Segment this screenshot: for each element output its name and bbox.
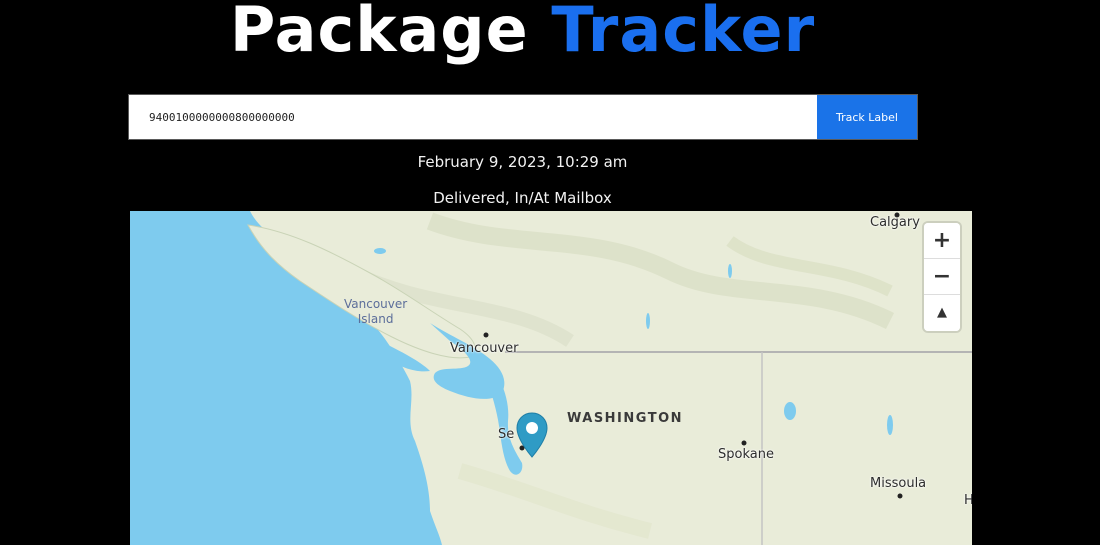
delivery-timestamp: February 9, 2023, 10:29 am (417, 153, 628, 171)
zoom-out-button[interactable]: − (924, 259, 960, 295)
track-label-button[interactable]: Track Label (817, 95, 917, 139)
map-label-spokane: Spokane (718, 447, 774, 462)
map-view[interactable]: Calgary Vancouver Island Vancouver WASHI… (130, 211, 972, 545)
map-base (130, 211, 972, 545)
title-word-tracker: Tracker (551, 0, 816, 66)
title-word-package: Package (229, 0, 529, 66)
map-label-seattle: Se (498, 427, 515, 442)
map-label-vancouver-island: Vancouver Island (344, 297, 407, 327)
map-label-vancouver: Vancouver (450, 341, 519, 356)
map-label-vancouver-island-line1: Vancouver (344, 297, 408, 311)
map-label-edge-letter: H (964, 493, 972, 508)
map-pin-icon[interactable] (514, 411, 550, 461)
tracking-search-bar: Track Label (128, 94, 918, 140)
map-label-missoula: Missoula (870, 476, 927, 491)
delivery-status: Delivered, In/At Mailbox (433, 189, 612, 207)
map-label-vancouver-island-line2: Island (357, 312, 394, 326)
map-zoom-controls: + − ▲ (924, 223, 960, 331)
map-label-washington: WASHINGTON (567, 411, 684, 426)
reset-north-button[interactable]: ▲ (924, 295, 960, 331)
map-label-calgary: Calgary (870, 215, 920, 230)
package-tracker-page: Package Tracker Track Label February 9, … (0, 0, 1100, 545)
zoom-in-button[interactable]: + (924, 223, 960, 259)
page-title: Package Tracker (0, 0, 1045, 66)
tracking-number-input[interactable] (129, 95, 817, 139)
